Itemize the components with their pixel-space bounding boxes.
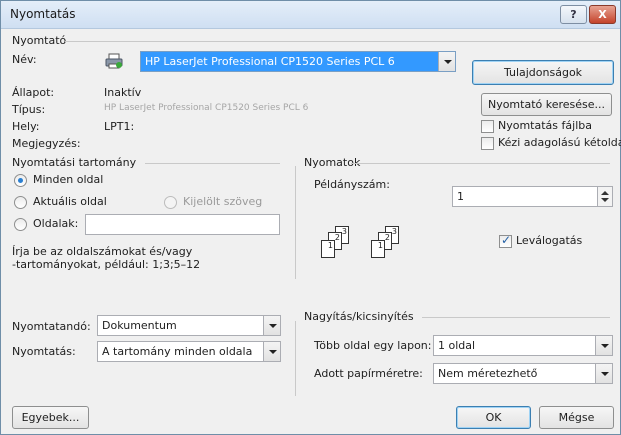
title-bar: Nyomtatás ? X <box>1 1 620 29</box>
printer-icon <box>105 53 123 69</box>
copies-count-label: Példányszám: <box>314 178 390 191</box>
range-pages-label: Oldalak: <box>33 217 79 230</box>
printer-group-label: Nyomtató <box>12 34 67 47</box>
chevron-down-icon[interactable] <box>595 336 612 355</box>
chevron-down-icon[interactable] <box>263 316 280 335</box>
chevron-down-icon[interactable] <box>263 342 280 361</box>
print-to-file-checkbox[interactable] <box>481 120 494 133</box>
print-what-select[interactable]: Dokumentum <box>97 315 281 336</box>
collate-page-1-icon: 1 <box>321 240 335 258</box>
print-what-label: Nyomtatandó: <box>12 320 91 333</box>
range-all-radio[interactable] <box>14 174 27 187</box>
copies-separator <box>295 166 296 279</box>
printer-name-value: HP LaserJet Professional CP1520 Series P… <box>145 55 395 68</box>
collate-page-1b-icon: 1 <box>371 240 385 258</box>
printer-where-value: LPT1: <box>104 120 135 133</box>
manual-duplex-label: Kézi adagolású kétoldalas <box>498 136 621 149</box>
copies-spinner[interactable] <box>597 187 612 206</box>
print-what-value: Dokumentum <box>102 319 177 332</box>
scale-to-paper-label: Adott papírméretre: <box>314 367 423 380</box>
cancel-button[interactable]: Mégse <box>539 406 614 429</box>
collate-illustration: 3 2 1 3 2 1 <box>314 226 418 278</box>
collate-checkbox[interactable] <box>499 233 512 248</box>
range-current-label: Aktuális oldal <box>33 195 107 208</box>
printer-status-value: Inaktív <box>104 86 142 99</box>
pages-per-sheet-select[interactable]: 1 oldal <box>433 335 613 356</box>
printer-comment-label: Megjegyzés: <box>12 137 81 150</box>
ok-button[interactable]: OK <box>456 406 531 429</box>
range-group-label: Nyomtatási tartomány <box>12 156 137 169</box>
range-current-radio[interactable] <box>14 196 27 209</box>
copies-count-value: 1 <box>457 190 464 203</box>
window-title: Nyomtatás <box>10 7 76 21</box>
help-button[interactable]: ? <box>560 5 587 24</box>
printer-name-label: Név: <box>12 53 37 66</box>
chevron-down-icon[interactable] <box>438 52 455 71</box>
collate-label: Leválogatás <box>516 234 583 247</box>
pages-per-sheet-value: 1 oldal <box>438 339 476 352</box>
printer-status-label: Állapot: <box>12 86 55 99</box>
zoom-group-label: Nagyítás/kicsinyítés <box>304 310 414 323</box>
properties-button[interactable]: Tulajdonságok <box>472 60 614 85</box>
close-button[interactable]: X <box>589 5 616 24</box>
copies-group-divider <box>351 163 610 164</box>
printer-group-divider <box>65 41 610 42</box>
print-mode-label: Nyomtatás: <box>12 345 76 358</box>
range-group-divider <box>145 163 280 164</box>
printer-name-select[interactable]: HP LaserJet Professional CP1520 Series P… <box>140 51 456 72</box>
range-selection-radio[interactable] <box>164 196 177 209</box>
printer-type-label: Típus: <box>12 103 46 116</box>
find-printer-button[interactable]: Nyomtató keresése... <box>481 93 612 116</box>
spin-up-icon[interactable] <box>601 191 609 195</box>
copies-count-input[interactable]: 1 <box>452 186 613 207</box>
manual-duplex-checkbox[interactable] <box>481 137 494 150</box>
range-pages-input[interactable] <box>85 214 280 235</box>
zoom-separator <box>295 321 296 396</box>
spin-down-icon[interactable] <box>601 198 609 202</box>
scale-to-paper-select[interactable]: Nem méretezhető <box>433 363 613 384</box>
close-icon: X <box>598 8 607 21</box>
printer-type-value: HP LaserJet Professional CP1520 Series P… <box>104 103 309 113</box>
print-mode-select[interactable]: A tartomány minden oldala <box>97 341 281 362</box>
printer-where-label: Hely: <box>12 120 40 133</box>
chevron-down-icon[interactable] <box>595 364 612 383</box>
print-dialog: Nyomtatás ? X Nyomtató Név: HP LaserJet … <box>0 0 621 435</box>
pages-per-sheet-label: Több oldal egy lapon: <box>314 339 432 352</box>
range-pages-radio[interactable] <box>14 218 27 231</box>
options-button[interactable]: Egyebek... <box>12 406 89 429</box>
range-all-label: Minden oldal <box>33 173 104 186</box>
print-mode-value: A tartomány minden oldala <box>102 345 253 358</box>
scale-to-paper-value: Nem méretezhető <box>438 367 538 380</box>
help-icon: ? <box>570 8 577 21</box>
zoom-group-divider <box>422 317 610 318</box>
print-to-file-label: Nyomtatás fájlba <box>498 119 592 132</box>
range-selection-label: Kijelölt szöveg <box>183 195 263 208</box>
range-hint-text: Írja be az oldalszámokat és/vagy -tartom… <box>12 245 201 271</box>
